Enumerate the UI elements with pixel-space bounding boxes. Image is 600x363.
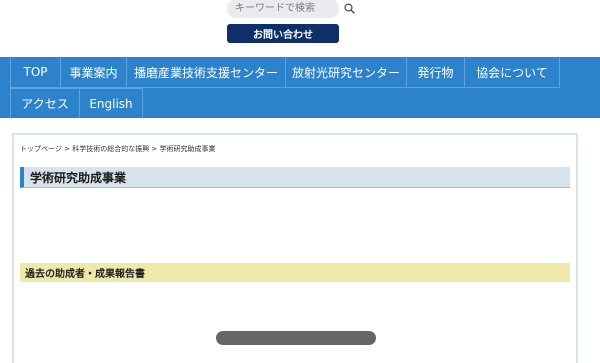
nav-row-primary: TOP 事業案内 播磨産業技術支援センター 放射光研究センター 発行物 協会について bbox=[10, 57, 560, 88]
nav-item-label: 協会について bbox=[476, 65, 548, 80]
nav-item-row1-1[interactable]: 事業案内 bbox=[60, 57, 126, 87]
section-heading-text: 過去の助成者・成果報告書 bbox=[25, 269, 145, 280]
nav-item-row1-3[interactable]: 放射光研究センター bbox=[285, 57, 406, 87]
nav-item-label: TOP bbox=[23, 65, 48, 79]
page-title: 学術研究助成事業 bbox=[20, 167, 570, 188]
section-heading: 過去の助成者・成果報告書 bbox=[20, 263, 570, 282]
nav-item-row2-1[interactable]: English bbox=[79, 89, 143, 118]
nav-item-label: English bbox=[89, 96, 133, 111]
search-icon[interactable] bbox=[342, 0, 356, 17]
breadcrumb: トップページ > 科学技術の総合的な振興 > 学術研究助成事業 bbox=[20, 144, 216, 154]
contact-button[interactable]: お問い合わせ bbox=[227, 24, 339, 43]
page-title-text: 学術研究助成事業 bbox=[30, 170, 127, 185]
breadcrumb-separator: > bbox=[61, 145, 73, 153]
nav-row-secondary: アクセス English bbox=[10, 88, 143, 118]
nav-item-row1-0[interactable]: TOP bbox=[10, 57, 60, 87]
nav-item-row2-0[interactable]: アクセス bbox=[10, 89, 79, 118]
breadcrumb-link-home[interactable]: トップページ bbox=[20, 145, 62, 153]
nav-item-label: 放射光研究センター bbox=[291, 65, 400, 80]
breadcrumb-link-science[interactable]: 科学技術の総合的な振興 bbox=[72, 145, 149, 153]
nav-item-label: 事業案内 bbox=[69, 65, 118, 80]
search-bar bbox=[227, 0, 367, 19]
contact-button-label: お問い合わせ bbox=[253, 30, 313, 41]
nav-item-row1-4[interactable]: 発行物 bbox=[406, 57, 464, 87]
nav-item-row1-5[interactable]: 協会について bbox=[464, 57, 560, 87]
main-nav: TOP 事業案内 播磨産業技術支援センター 放射光研究センター 発行物 協会について アク… bbox=[0, 57, 600, 118]
breadcrumb-separator: > bbox=[149, 145, 160, 153]
search-input[interactable] bbox=[227, 0, 339, 18]
nav-item-label: アクセス bbox=[21, 97, 69, 111]
floating-button[interactable] bbox=[216, 331, 376, 345]
breadcrumb-current: 学術研究助成事業 bbox=[159, 145, 216, 153]
nav-item-label: 発行物 bbox=[417, 65, 454, 80]
nav-item-row1-2[interactable]: 播磨産業技術支援センター bbox=[126, 57, 285, 87]
nav-item-label: 播磨産業技術支援センター bbox=[133, 65, 278, 80]
